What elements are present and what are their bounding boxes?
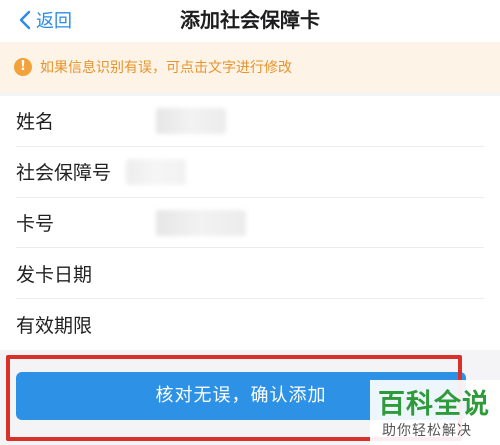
field-issue-date-row[interactable]: 发卡日期 [16, 248, 484, 300]
field-validity-row[interactable]: 有效期限 [16, 299, 484, 350]
redacted-value [126, 158, 186, 185]
page-title: 添加社会保障卡 [180, 8, 320, 32]
card-info-form: 姓名 社会保障号 卡号 发卡日期 有效期限 [0, 96, 500, 350]
field-label: 姓名 [16, 111, 55, 134]
warning-icon: ! [14, 58, 32, 76]
field-label: 发卡日期 [16, 263, 93, 286]
field-label: 有效期限 [16, 315, 93, 338]
field-ssn-row[interactable]: 社会保障号 [16, 147, 484, 198]
navigation-bar: 返回 添加社会保障卡 [0, 0, 500, 42]
field-name-row[interactable]: 姓名 [16, 96, 484, 147]
redacted-value [156, 209, 246, 236]
notice-text: 如果信息识别有误，可点击文字进行修改 [40, 60, 292, 76]
notice-banner: ! 如果信息识别有误，可点击文字进行修改 [0, 42, 500, 92]
watermark: 百科全说 助你轻松解决 [370, 380, 500, 445]
watermark-subtitle: 助你轻松解决 [382, 423, 472, 439]
field-label: 卡号 [16, 212, 55, 235]
watermark-title: 百科全说 [378, 389, 490, 420]
redacted-value [156, 108, 226, 134]
field-card-number-row[interactable]: 卡号 [16, 198, 484, 249]
